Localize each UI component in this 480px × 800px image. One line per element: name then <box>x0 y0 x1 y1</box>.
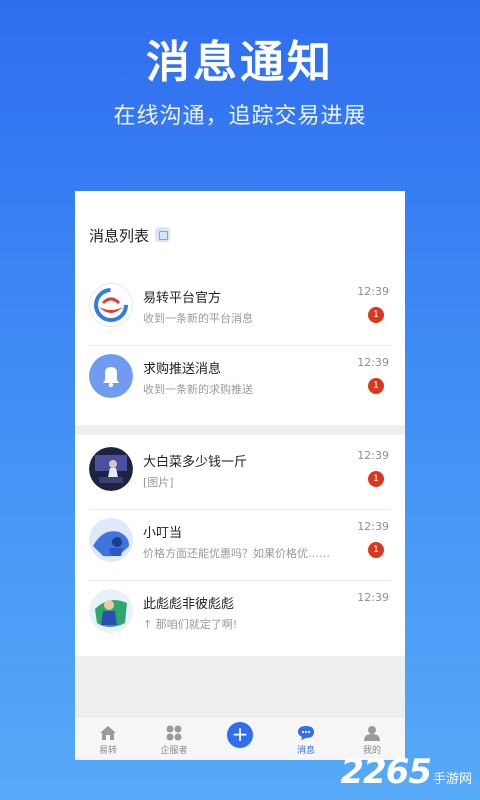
platform-logo-icon <box>89 283 133 327</box>
conversation-preview: 价格方面还能优惠吗？如果价格优…… <box>143 547 330 560</box>
home-icon <box>100 726 116 740</box>
conversation-row-platform[interactable]: 易转平台官方 收到一条新的平台消息 12:39 1 <box>75 275 405 346</box>
conversation-name: 大白菜多少钱一斤 <box>143 455 248 470</box>
avatar <box>89 447 133 491</box>
plus-icon: + <box>227 722 253 748</box>
conversation-row-chat[interactable]: 此彪彪非彼彪彪 ↑ 那咱们就定了啊! 12:39 <box>75 581 405 652</box>
tab-publish[interactable]: + <box>207 717 273 760</box>
avatar <box>89 518 133 562</box>
conversation-name: 易转平台官方 <box>143 291 222 306</box>
watermark-number: 2265 <box>340 752 432 792</box>
system-message-section: 消息列表 易转平台官方 收到一条新的平台消息 12:39 1 求购推送消息 收到… <box>75 191 405 425</box>
hero-title: 消息通知 <box>146 37 334 88</box>
conversation-row-chat[interactable]: 大白菜多少钱一斤 [图片] 12:39 1 <box>75 439 405 510</box>
watermark-text: 手游网 <box>432 771 472 787</box>
conversation-preview-text: 那咱们就定了啊! <box>155 618 238 631</box>
conversation-row-chat[interactable]: 小叮当 价格方面还能优惠吗？如果价格优…… 12:39 1 <box>75 510 405 581</box>
message-icon <box>298 726 314 740</box>
tab-label: 企服者 <box>160 746 188 756</box>
conversation-preview: ↑ 那咱们就定了啊! <box>143 616 237 632</box>
unread-badge: 1 <box>368 542 384 558</box>
grid-icon <box>166 725 182 741</box>
chat-section: 大白菜多少钱一斤 [图片] 12:39 1 小叮当 价格方面还能优惠吗？如果价格… <box>75 435 405 656</box>
watermark-logo: 2265 手游网 <box>340 752 472 792</box>
conversation-time: 12:39 <box>357 520 389 533</box>
tab-label: 消息 <box>296 746 315 756</box>
conversation-name: 求购推送消息 <box>143 362 222 377</box>
conversation-time: 12:39 <box>357 591 389 604</box>
conversation-preview: 收到一条新的平台消息 <box>143 312 253 325</box>
unread-badge: 1 <box>368 471 384 487</box>
conversation-preview: 收到一条新的求购推送 <box>143 383 253 396</box>
tab-label: 易转 <box>98 746 117 756</box>
hero-subtitle: 在线沟通，追踪交易进展 <box>113 104 367 129</box>
conversation-row-purchase-push[interactable]: 求购推送消息 收到一条新的求购推送 12:39 1 <box>75 346 405 417</box>
conversation-preview: [图片] <box>143 476 174 489</box>
conversation-time: 12:39 <box>357 449 389 462</box>
conversation-name: 此彪彪非彼彪彪 <box>143 597 235 612</box>
conversation-name: 小叮当 <box>143 526 183 541</box>
tab-services[interactable]: 企服者 <box>141 717 207 760</box>
unread-badge: 1 <box>368 307 384 323</box>
conversation-time: 12:39 <box>357 285 389 298</box>
phone-screen: 消息列表 易转平台官方 收到一条新的平台消息 12:39 1 求购推送消息 收到… <box>75 191 405 760</box>
pin-icon: ↑ <box>143 618 153 631</box>
clear-icon[interactable] <box>155 227 171 242</box>
page-title: 消息列表 <box>89 227 150 245</box>
tab-messages[interactable]: 消息 <box>273 717 339 760</box>
list-header: 消息列表 <box>75 191 405 275</box>
conversation-time: 12:39 <box>357 356 389 369</box>
bell-icon <box>89 354 133 398</box>
avatar <box>89 589 133 633</box>
unread-badge: 1 <box>368 378 384 394</box>
tab-home[interactable]: 易转 <box>75 717 141 760</box>
person-icon <box>364 726 380 741</box>
